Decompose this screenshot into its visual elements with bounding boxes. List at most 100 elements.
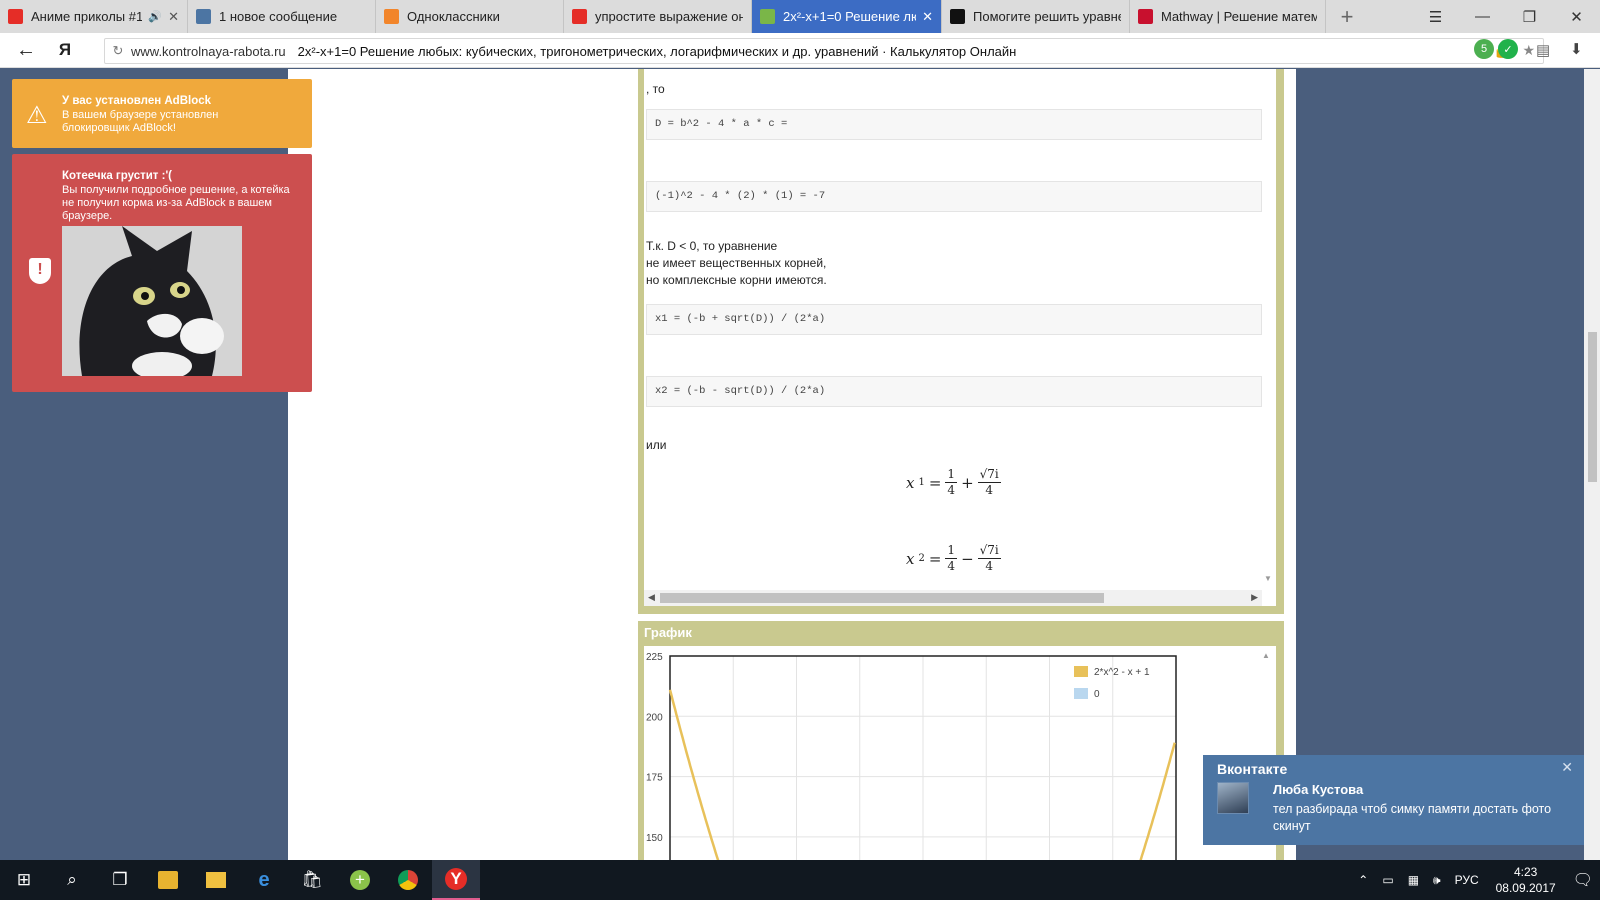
plus-app-icon[interactable]: + <box>336 860 384 900</box>
youtube-icon <box>8 9 23 24</box>
avatar[interactable] <box>1217 782 1249 814</box>
yandex-icon <box>572 9 587 24</box>
back-arrow-icon[interactable]: ← <box>0 39 52 62</box>
tab-4[interactable]: 2x²-x+1=0 Решение лю ✕ <box>752 0 942 33</box>
solution-vertical-scrollbar[interactable]: ▼ <box>1262 69 1276 589</box>
media-app-icon[interactable] <box>144 860 192 900</box>
no-real-roots-line-3: но комплексные корни имеются. <box>646 273 827 287</box>
speaker-icon[interactable]: 🔊 <box>148 10 162 23</box>
scroll-left-icon[interactable]: ◀ <box>648 592 655 603</box>
chevron-up-icon[interactable]: ⌃ <box>1358 873 1368 887</box>
close-icon[interactable]: ✕ <box>1561 759 1573 776</box>
edge-browser-icon[interactable]: e <box>240 860 288 900</box>
solution-horizontal-scrollbar[interactable]: ◀ ▶ <box>644 590 1262 606</box>
chrome-icon[interactable] <box>384 860 432 900</box>
volume-icon[interactable]: 🕪 <box>1433 873 1441 888</box>
clock[interactable]: 4:23 08.09.2017 <box>1496 864 1556 896</box>
graph-chart: 225 200 175 150 2*x^2 - x + 1 0 ▲ <box>646 651 1270 874</box>
scroll-right-icon[interactable]: ▶ <box>1251 592 1258 603</box>
extension-shield-icon[interactable]: 5 <box>1474 39 1494 59</box>
close-window-icon[interactable]: ✕ <box>1553 0 1600 33</box>
graph-frame: График 225 200 175 150 2*x^2 - x + 1 0 ▲ <box>638 621 1284 874</box>
legend-swatch <box>1074 688 1088 699</box>
kontrolnaya-icon <box>760 9 775 24</box>
x2-sub: 2 <box>918 553 925 564</box>
bookmark-star-icon[interactable]: ★ <box>1522 42 1535 59</box>
x2-op: − <box>961 549 974 568</box>
windows-start-icon[interactable]: ⊞ <box>0 860 48 900</box>
address-bar[interactable]: ↻ www.kontrolnaya-rabota.ru 2x²-x+1=0 Ре… <box>104 38 1544 64</box>
new-tab-icon[interactable]: + <box>1326 0 1368 33</box>
download-icon[interactable]: ⬇ <box>1570 40 1583 58</box>
chart-scroll-up-icon: ▲ <box>1262 651 1270 660</box>
tab-0[interactable]: Аниме приколы #11 🔊 ✕ <box>0 0 188 33</box>
tab-title: Аниме приколы #11 <box>31 9 143 24</box>
scroll-down-icon[interactable]: ▼ <box>1264 574 1272 583</box>
then-text: , то <box>646 82 665 96</box>
y-tick-label: 150 <box>646 833 663 844</box>
windows-taskbar: ⊞ ⌕ ❐ e 🛍 + Y ⌃ ▭ ▦ 🕪 РУС 4:23 08.09.201… <box>0 860 1600 900</box>
battery-icon[interactable]: ▭ <box>1382 873 1393 887</box>
close-tab-icon[interactable]: ✕ <box>922 9 933 25</box>
task-view-icon[interactable]: ❐ <box>96 860 144 900</box>
network-icon[interactable]: ▦ <box>1408 873 1419 887</box>
adblock-warning-title: У вас установлен AdBlock <box>62 95 212 107</box>
adblock-cat-notice[interactable]: ! Котеечка грустит :'( Вы получили подро… <box>12 154 312 392</box>
reader-icon[interactable]: ▤ <box>1536 41 1550 59</box>
yandex-browser-icon[interactable]: Y <box>432 860 480 900</box>
adblock-warning-body: В вашем браузере установлен блокировщик … <box>62 109 219 134</box>
reload-icon[interactable]: ↻ <box>105 43 131 59</box>
tab-title: Помогите решить уравне <box>973 9 1121 24</box>
store-icon[interactable]: 🛍 <box>288 860 336 900</box>
x2-num-c: √7i <box>977 543 1001 559</box>
y-tick-label: 175 <box>646 773 663 784</box>
window-controls: ☰ — ❐ ✕ <box>1412 0 1600 33</box>
vk-notification[interactable]: Вконтакте ✕ Люба Кустова тел разбирада ч… <box>1203 755 1585 845</box>
minimize-icon[interactable]: — <box>1459 0 1506 33</box>
adblock-warning[interactable]: ⚠ У вас установлен AdBlock В вашем брауз… <box>12 79 312 148</box>
tab-2[interactable]: Одноклассники <box>376 0 564 33</box>
discriminant-value: (-1)^2 - 4 * (2) * (1) = -7 <box>646 181 1262 212</box>
yandex-logo-icon[interactable]: Я <box>52 40 78 60</box>
sender-name[interactable]: Люба Кустова <box>1273 782 1363 797</box>
file-explorer-icon[interactable] <box>192 860 240 900</box>
tab-title: Одноклассники <box>407 9 500 24</box>
tab-3[interactable]: упростите выражение он <box>564 0 752 33</box>
tab-5[interactable]: Помогите решить уравне <box>942 0 1130 33</box>
or-text: или <box>646 438 667 452</box>
x1-num-c: √7i <box>977 467 1001 483</box>
message-preview[interactable]: тел разбирада чтоб симку памяти достать … <box>1273 801 1573 835</box>
page-vertical-scrollbar[interactable] <box>1584 69 1600 860</box>
page-scroll-thumb[interactable] <box>1588 332 1597 482</box>
discriminant-formula: D = b^2 - 4 * a * c = <box>646 109 1262 140</box>
sad-cat-image <box>62 226 242 376</box>
tab-title: 2x²-x+1=0 Решение лю <box>783 9 917 24</box>
x2-num-a: 1 <box>945 543 958 559</box>
graph-title: График <box>644 625 692 640</box>
search-icon[interactable]: ⌕ <box>48 860 96 900</box>
notifications-icon[interactable]: 🗨 <box>1573 870 1593 890</box>
x1-num-a: 1 <box>945 467 958 483</box>
x1-var: x <box>906 473 915 492</box>
clock-time: 4:23 <box>1513 865 1538 879</box>
tab-6[interactable]: Mathway | Решение матем <box>1130 0 1326 33</box>
y-tick-label: 225 <box>646 652 663 663</box>
tab-1[interactable]: 1 новое сообщение <box>188 0 376 33</box>
restore-icon[interactable]: ❐ <box>1506 0 1553 33</box>
close-tab-icon[interactable]: ✕ <box>168 9 179 25</box>
tab-title: 1 новое сообщение <box>219 9 338 24</box>
no-real-roots-line-2: не имеет вещественных корней, <box>646 256 827 270</box>
menu-icon[interactable]: ☰ <box>1412 0 1459 33</box>
language-indicator[interactable]: РУС <box>1455 873 1479 887</box>
tab-title: упростите выражение он <box>595 9 743 24</box>
x1-formula: x1 = (-b + sqrt(D)) / (2*a) <box>646 304 1262 335</box>
solution-panel: , то D = b^2 - 4 * a * c = (-1)^2 - 4 * … <box>644 69 1276 606</box>
address-row: ← Я ↻ www.kontrolnaya-rabota.ru 2x²-x+1=… <box>0 33 1600 68</box>
ok-icon <box>384 9 399 24</box>
x1-result: x1 = 14 + √7i 4 <box>906 467 1001 497</box>
address-page-title[interactable]: 2x²-x+1=0 Решение любых: кубических, три… <box>298 44 1017 59</box>
horizontal-scroll-thumb[interactable] <box>660 593 1104 603</box>
address-url[interactable]: www.kontrolnaya-rabota.ru <box>131 44 286 59</box>
x2-formula: x2 = (-b - sqrt(D)) / (2*a) <box>646 376 1262 407</box>
checkmark-icon[interactable]: ✓ <box>1498 39 1518 59</box>
